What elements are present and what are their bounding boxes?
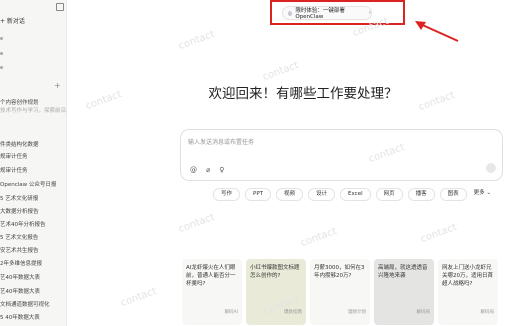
sidebar-history-item[interactable]: 安艺术共生报告 — [0, 246, 39, 254]
task-type-chip[interactable]: 写作 — [213, 188, 241, 201]
task-type-chip[interactable]: Excel — [340, 188, 371, 201]
suggestion-card-text: 网友上门送小龙虾兄关哪20万，适用日首超人战略吗? — [442, 265, 493, 287]
sidebar: + 新对话 + 个内容创作规划 技术写作与学习，探索前沿 件类结构化数据 规审计任务规… — [0, 0, 67, 326]
sidebar-shortcut-icon[interactable] — [0, 66, 3, 69]
contact-watermark: contact — [299, 225, 339, 250]
suggestion-card-tag: 解码局 — [416, 310, 431, 315]
sidebar-history-item[interactable]: 大数据分析报告 — [0, 207, 39, 215]
contact-watermark: contact — [177, 211, 217, 236]
sidebar-history-item[interactable]: 2年多维信息提报 — [0, 259, 42, 267]
task-type-chip[interactable]: 视频 — [276, 188, 304, 201]
sidebar-history-item[interactable]: 件类结构化数据 — [0, 140, 39, 148]
task-type-chip[interactable]: PPT — [245, 188, 272, 201]
suggestion-card-tag: 理财计划 — [348, 310, 366, 315]
new-chat-button[interactable]: + 新对话 — [0, 16, 25, 25]
task-input-placeholder[interactable]: 输入发送消息或布置任务 — [188, 137, 254, 146]
sidebar-history-item[interactable]: Openclaw 公众号日报 — [0, 180, 56, 188]
suggestion-card-text: 高端局，就这透透音兴隆地来袭 — [378, 265, 428, 279]
contact-watermark: contact — [419, 221, 459, 246]
suggestion-card-text: AI龙虾爆火在人们眼前，普通人能否分一杯羹吗? — [186, 265, 236, 287]
attachment-icon[interactable]: ⌀ — [206, 166, 210, 174]
annotation-arrow-icon — [415, 21, 459, 42]
sidebar-history-item[interactable]: 规审计任务 — [0, 152, 28, 160]
suggestion-card-text: 月薪3000，如何在3年内攒够20万? — [314, 265, 365, 279]
suggestion-card-text: 小红书爆款图文标题怎么创作的? — [250, 265, 300, 279]
sidebar-history-item[interactable]: 5 艺术文化报告 — [0, 233, 38, 241]
suggestion-card[interactable]: 月薪3000，如何在3年内攒够20万? 理财计划 — [310, 259, 370, 325]
annotation-highlight-box — [270, 0, 405, 25]
suggestion-card[interactable]: 网友上门送小龙虾兄关哪20万，适用日首超人战略吗? 解码局 — [438, 259, 498, 325]
collapse-sidebar-icon[interactable] — [56, 3, 64, 11]
contact-watermark: contact — [119, 285, 159, 310]
sidebar-history-item[interactable]: 5 艺术文化研报 — [0, 194, 38, 202]
send-button[interactable] — [486, 163, 496, 173]
contact-watermark: contact — [261, 59, 301, 84]
sidebar-history-item[interactable]: 艺40年数据大表 — [0, 287, 40, 295]
sidebar-history-item[interactable]: 5 40年数据大表 — [0, 313, 40, 321]
hint-icon[interactable]: ♀ — [219, 166, 224, 174]
sidebar-history-item[interactable]: 艺40年数据大表 — [0, 273, 40, 281]
task-type-chip[interactable]: 网页 — [375, 188, 403, 201]
sidebar-shortcut-icon[interactable] — [0, 52, 3, 55]
sidebar-history-item: 技术写作与学习，探索前沿 — [0, 108, 67, 114]
sidebar-history-item[interactable]: 规审计任务 — [0, 166, 28, 174]
sidebar-shortcut-icon[interactable] — [0, 37, 3, 40]
task-type-chip[interactable]: 图表 — [439, 188, 467, 201]
more-chip[interactable]: 更多 ⌄ — [471, 188, 494, 199]
contact-watermark: contact — [177, 28, 217, 53]
sidebar-history-item[interactable]: 文档通道数据可视化 — [0, 300, 50, 308]
task-type-chips: 写作 PPT 视频 设计 Excel 网页 播客 图表 更多 ⌄ — [213, 188, 494, 201]
suggestion-card-tag: 解码局 — [480, 310, 495, 315]
suggestion-card[interactable]: AI龙虾爆火在人们眼前，普通人能否分一杯羹吗? 解码AI — [182, 259, 242, 325]
task-input-box[interactable]: 输入发送消息或布置任务 @ ⌀ ♀ — [180, 129, 503, 181]
welcome-heading: 欢迎回来！有哪些工作要处理？ — [208, 86, 398, 102]
suggestion-card[interactable]: 小红书爆款图文标题怎么创作的? 爆款指南 — [246, 259, 306, 325]
suggestion-cards: AI龙虾爆火在人们眼前，普通人能否分一杯羹吗? 解码AI 小红书爆款图文标题怎么创作… — [182, 259, 498, 325]
suggestion-card[interactable]: 高端局，就这透透音兴隆地来袭解码局 — [374, 259, 434, 325]
sidebar-history-item[interactable]: 艺术40年分析报告 — [0, 220, 46, 228]
at-mention-icon[interactable]: @ — [190, 166, 197, 174]
suggestion-card-tag: 解码AI — [224, 310, 238, 315]
task-type-chip[interactable]: 设计 — [308, 188, 336, 201]
suggestion-card-tag: 爆款指南 — [284, 310, 302, 315]
task-type-chip[interactable]: 播客 — [407, 188, 435, 201]
